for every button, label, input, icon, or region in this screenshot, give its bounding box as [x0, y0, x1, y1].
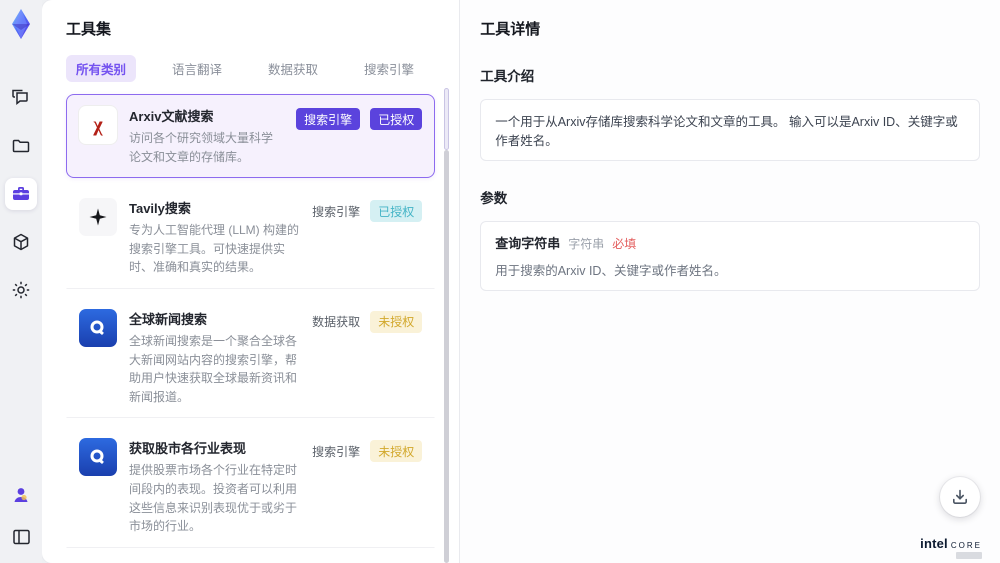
intro-box: 一个用于从Arxiv存储库搜索科学论文和文章的工具。 输入可以是Arxiv ID…: [480, 99, 980, 161]
tool-list: χ Arxiv文献搜索 访问各个研究领域大量科学论文和文章的存储库。 搜索引擎 …: [66, 94, 436, 563]
tool-name: 获取股市各行业表现: [129, 441, 247, 457]
folder-icon[interactable]: [5, 130, 37, 162]
tool-detail-panel: 工具详情 工具介绍 一个用于从Arxiv存储库搜索科学论文和文章的工具。 输入可…: [459, 0, 1000, 563]
tab-language-translation[interactable]: 语言翻译: [162, 55, 232, 82]
blue-search-icon: [79, 438, 117, 477]
tool-desc: 全球新闻搜索是一个聚合全球各大新闻网站内容的搜索引擎，帮助用户快速获取全球最新资…: [129, 333, 298, 404]
category-label: 数据获取: [312, 315, 361, 330]
collapse-panel-icon[interactable]: [5, 521, 37, 553]
blue-search-icon: [79, 308, 117, 347]
param-desc: 用于搜索的Arxiv ID、关键字或作者姓名。: [495, 264, 727, 278]
tab-data-fetch[interactable]: 数据获取: [258, 55, 328, 82]
tab-all-categories[interactable]: 所有类别: [66, 55, 137, 82]
auth-badge: 已授权: [370, 108, 423, 130]
left-sidebar: [0, 0, 42, 563]
tool-card-global-news[interactable]: 全球新闻搜索 全球新闻搜索是一个聚合全球各大新闻网站内容的搜索引擎，帮助用户快速…: [66, 296, 436, 419]
tool-card-most-active-stocks[interactable]: 获取市场最活跃股票信息 提供当天交易量最高的股票列表，投资者可以利用这些信息来识…: [66, 555, 436, 563]
core-brand-text: core: [950, 539, 982, 551]
auth-badge: 未授权: [370, 440, 423, 463]
tool-list-panel: 工具集 所有类别 语言翻译 数据获取 搜索引擎 χ Arxiv文献搜索 访问各个…: [42, 0, 459, 563]
intel-sub-badge: [956, 552, 982, 559]
intel-brand-text: intel: [920, 536, 948, 551]
intel-core-logo: intel core: [920, 536, 982, 551]
tool-card-arxiv[interactable]: χ Arxiv文献搜索 访问各个研究领域大量科学论文和文章的存储库。 搜索引擎 …: [66, 94, 436, 179]
chat-icon[interactable]: [5, 82, 37, 114]
intro-text: 一个用于从Arxiv存储库搜索科学论文和文章的工具。 输入可以是Arxiv ID…: [495, 115, 958, 148]
content-area: 工具集 所有类别 语言翻译 数据获取 搜索引擎 χ Arxiv文献搜索 访问各个…: [42, 0, 1000, 563]
category-badge: 搜索引擎: [296, 108, 361, 130]
param-box: 查询字符串 字符串 必填 用于搜索的Arxiv ID、关键字或作者姓名。: [480, 221, 980, 291]
tool-desc: 专为人工智能代理 (LLM) 构建的搜索引擎工具。可快速提供实时、准确和真实的结…: [129, 223, 300, 275]
cube-icon[interactable]: [5, 226, 37, 258]
auth-badge: 已授权: [370, 200, 423, 223]
tool-desc: 提供股票市场各个行业在特定时间段内的表现。投资者可以利用这些信息来识别表现优于或…: [129, 463, 298, 534]
toolbox-icon[interactable]: [5, 178, 37, 210]
scrollbar-track: [444, 150, 450, 563]
arxiv-chi-icon: χ: [79, 106, 117, 144]
category-tabs: 所有类别 语言翻译 数据获取 搜索引擎: [66, 55, 435, 82]
tool-card-sector-performance[interactable]: 获取股市各行业表现 提供股票市场各个行业在特定时间段内的表现。投资者可以利用这些…: [66, 426, 436, 548]
param-type: 字符串: [568, 237, 605, 251]
app-logo-icon: [12, 9, 30, 39]
scrollbar-thumb[interactable]: [444, 88, 450, 150]
tool-name: 全球新闻搜索: [129, 311, 208, 327]
scrollbar[interactable]: [444, 88, 450, 563]
auth-badge: 未授权: [370, 310, 423, 333]
tool-card-tavily[interactable]: Tavily搜索 专为人工智能代理 (LLM) 构建的搜索引擎工具。可快速提供实…: [66, 186, 436, 289]
param-name: 查询字符串: [495, 236, 561, 251]
gear-icon[interactable]: [5, 274, 37, 306]
tool-name: Tavily搜索: [129, 201, 191, 217]
page-title: 工具集: [66, 21, 112, 38]
params-heading: 参数: [480, 191, 508, 206]
category-label: 搜索引擎: [312, 444, 361, 459]
tool-desc: 访问各个研究领域大量科学论文和文章的存储库。: [129, 131, 274, 164]
tab-search-engine[interactable]: 搜索引擎: [354, 55, 424, 82]
category-label: 搜索引擎: [312, 204, 361, 219]
tool-name: Arxiv文献搜索: [129, 109, 214, 124]
intro-heading: 工具介绍: [480, 69, 535, 84]
avatar[interactable]: [5, 479, 37, 511]
tavily-star-icon: [79, 198, 117, 237]
detail-title: 工具详情: [480, 21, 541, 38]
download-button[interactable]: [940, 477, 980, 517]
param-required-flag: 必填: [612, 237, 637, 251]
